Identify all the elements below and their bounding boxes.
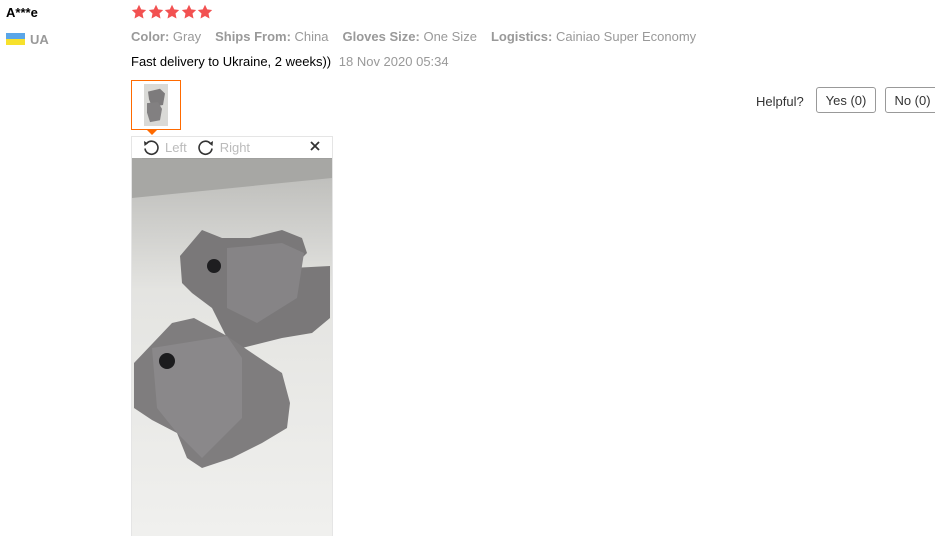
review-photo-thumbnail[interactable]	[131, 80, 181, 130]
attribute-ships-from: Ships From: China	[215, 29, 329, 44]
rotate-left-button[interactable]: Left	[142, 139, 187, 157]
country-code: UA	[30, 31, 49, 47]
star-icon	[164, 4, 180, 20]
helpful-yes-button[interactable]: Yes (0)	[816, 87, 876, 113]
star-icon	[148, 4, 164, 20]
helpful-no-button[interactable]: No (0)	[885, 87, 935, 113]
rotate-right-icon	[197, 139, 213, 155]
helpful-label: Helpful?	[756, 94, 804, 109]
rotate-right-button[interactable]: Right	[197, 139, 250, 157]
star-rating	[131, 4, 214, 20]
attribute-logistics: Logistics: Cainiao Super Economy	[490, 29, 697, 44]
rotate-left-label: Left	[165, 140, 187, 155]
review-text: Fast delivery to Ukraine, 2 weeks))	[131, 54, 332, 69]
photo-viewer-toolbar: Left Right	[132, 137, 332, 158]
star-icon	[131, 4, 147, 20]
rotate-right-label: Right	[219, 140, 251, 155]
reviewer-name: A***e	[6, 5, 38, 20]
attribute-color: Color: Gray	[131, 29, 202, 44]
ukraine-flag-icon	[6, 33, 25, 45]
review-date: 18 Nov 2020 05:34	[338, 54, 449, 69]
star-icon	[181, 4, 197, 20]
reviewer-country: UA	[6, 31, 49, 47]
rotate-left-icon	[144, 139, 159, 155]
order-attributes: Color: Gray Ships From: China Gloves Siz…	[131, 29, 710, 44]
star-icon	[197, 4, 213, 20]
thumbnail-image	[144, 84, 168, 126]
review-body: Fast delivery to Ukraine, 2 weeks)) 18 N…	[131, 54, 449, 69]
attribute-gloves-size: Gloves Size: One Size	[342, 29, 477, 44]
close-icon[interactable]	[308, 139, 322, 153]
thumbnail-selected-arrow	[146, 129, 158, 135]
photo-viewer: Left Right	[131, 136, 333, 536]
review-photo	[132, 158, 332, 536]
